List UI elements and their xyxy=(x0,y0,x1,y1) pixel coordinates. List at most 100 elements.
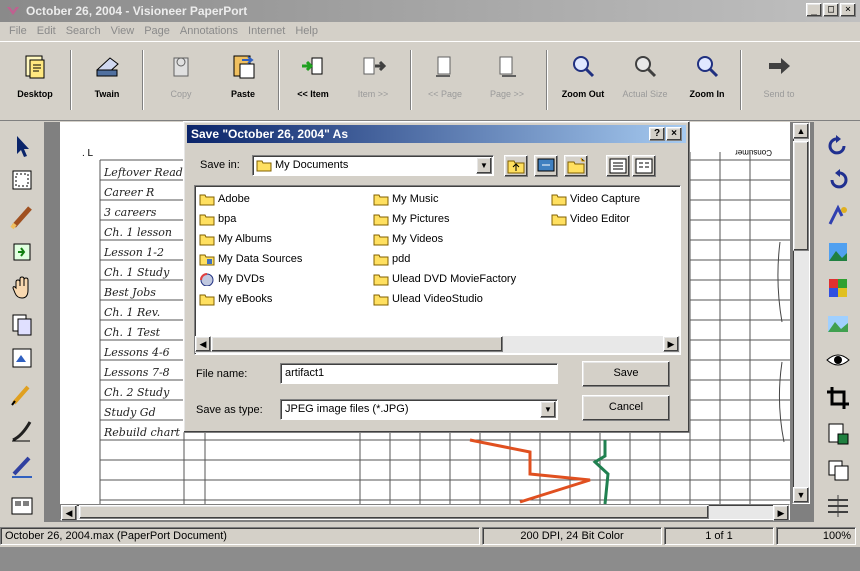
list-scroll-thumb[interactable] xyxy=(211,336,503,352)
list-item[interactable]: Ulead DVD MovieFactory xyxy=(373,270,516,288)
dialog-help-button[interactable]: ? xyxy=(649,127,665,141)
thumbnail-view-icon[interactable] xyxy=(8,492,36,520)
horizontal-scroll-thumb[interactable] xyxy=(79,505,709,519)
cancel-button[interactable]: Cancel xyxy=(582,395,670,421)
save-in-combo[interactable]: My Documents ▼ xyxy=(252,155,494,176)
list-item[interactable]: My Pictures xyxy=(373,210,449,228)
folder-icon xyxy=(256,160,272,172)
duplicate-page-icon[interactable] xyxy=(824,456,852,484)
menu-help[interactable]: Help xyxy=(290,25,323,37)
marquee-select-icon[interactable] xyxy=(8,166,36,194)
enhance-image-icon[interactable] xyxy=(824,202,852,230)
page-copy-icon[interactable] xyxy=(8,310,36,338)
hand-pan-icon[interactable] xyxy=(8,274,36,302)
actual-size-button[interactable]: Actual Size xyxy=(618,48,672,110)
send-to-button[interactable]: Send to xyxy=(752,48,806,110)
chevron-down-icon[interactable]: ▼ xyxy=(540,401,556,418)
maximize-button[interactable]: □ xyxy=(823,3,839,17)
list-item[interactable]: Video Capture xyxy=(551,190,640,208)
menu-internet[interactable]: Internet xyxy=(243,25,290,37)
color-palette-icon[interactable] xyxy=(824,274,852,302)
crop-icon[interactable] xyxy=(824,384,852,412)
menu-file[interactable]: File xyxy=(4,25,32,37)
scroll-left-button[interactable]: ◀ xyxy=(61,505,77,521)
save-as-type-combo[interactable]: JPEG image files (*.JPG) ▼ xyxy=(280,399,558,420)
vertical-scrollbar[interactable]: ▲ ▼ xyxy=(792,122,810,504)
chevron-down-icon[interactable]: ▼ xyxy=(476,157,492,174)
list-horizontal-scrollbar[interactable]: ◀ ▶ xyxy=(195,336,680,353)
next-page-icon xyxy=(499,56,516,77)
actual-size-label: Actual Size xyxy=(622,89,668,99)
list-item[interactable]: My DVDs xyxy=(199,270,264,288)
list-scroll-left-button[interactable]: ◀ xyxy=(195,336,211,352)
column-header: Consumer xyxy=(735,148,772,157)
list-item[interactable]: Video Editor xyxy=(551,210,630,228)
prev-page-icon xyxy=(436,56,451,77)
details-view-button[interactable] xyxy=(632,155,656,177)
landscape-image-icon[interactable] xyxy=(824,310,852,338)
select-arrow-icon[interactable] xyxy=(8,132,36,160)
list-scroll-right-button[interactable]: ▶ xyxy=(663,336,679,352)
folder-name: Video Capture xyxy=(570,193,641,205)
menu-page[interactable]: Page xyxy=(139,25,175,37)
save-button[interactable]: Save xyxy=(582,361,670,387)
scroll-right-button[interactable]: ▶ xyxy=(773,505,789,521)
rotate-clockwise-icon[interactable] xyxy=(824,132,852,160)
menu-annotations[interactable]: Annotations xyxy=(175,25,243,37)
file-name-field[interactable]: artifact1 xyxy=(280,363,558,384)
scroll-up-button[interactable]: ▲ xyxy=(793,123,809,139)
list-item[interactable]: My Videos xyxy=(373,230,443,248)
list-item[interactable]: My eBooks xyxy=(199,290,272,308)
line-pen-icon[interactable] xyxy=(8,452,36,480)
folder-icon xyxy=(373,294,389,305)
next-item-button[interactable]: Item >> xyxy=(346,48,400,110)
right-tool-panel xyxy=(815,122,860,522)
handwritten-row: 3 careers xyxy=(104,206,157,219)
close-button[interactable]: × xyxy=(840,3,856,17)
up-one-level-button[interactable] xyxy=(504,155,528,177)
scroll-down-button[interactable]: ▼ xyxy=(793,487,809,503)
folder-list[interactable]: Adobe bpa My Albums My Data Sources My D… xyxy=(194,185,681,355)
zoom-out-button[interactable]: Zoom Out xyxy=(556,48,610,110)
list-item[interactable]: pdd xyxy=(373,250,410,268)
twain-button[interactable]: Twain xyxy=(80,48,134,110)
list-item[interactable]: My Music xyxy=(373,190,438,208)
next-page-button[interactable]: Page >> xyxy=(480,48,534,110)
paste-button[interactable]: Paste xyxy=(216,48,270,110)
list-view-button[interactable] xyxy=(606,155,630,177)
list-item[interactable]: Ulead VideoStudio xyxy=(373,290,483,308)
handwritten-row: Ch. 1 Study xyxy=(104,266,170,279)
prev-page-button[interactable]: << Page xyxy=(418,48,472,110)
eye-icon[interactable] xyxy=(824,346,852,374)
copy-button[interactable]: Copy xyxy=(154,48,208,110)
minimize-button[interactable]: _ xyxy=(806,3,822,17)
zoom-in-button[interactable]: Zoom In xyxy=(680,48,734,110)
menu-edit[interactable]: Edit xyxy=(32,25,61,37)
color-picture-icon[interactable] xyxy=(824,238,852,266)
image-stamp-icon[interactable] xyxy=(8,344,36,372)
desktop-shortcut-button[interactable] xyxy=(534,155,558,177)
pen-icon[interactable] xyxy=(8,380,36,408)
prev-item-button[interactable]: << Item xyxy=(286,48,340,110)
vertical-scroll-thumb[interactable] xyxy=(793,141,809,251)
freehand-icon[interactable] xyxy=(8,416,36,444)
clipboard-lock-icon[interactable] xyxy=(824,420,852,448)
list-item[interactable]: Adobe xyxy=(199,190,250,208)
menu-search[interactable]: Search xyxy=(61,25,106,37)
horizontal-scrollbar[interactable]: ◀ ▶ xyxy=(60,504,790,521)
menu-view[interactable]: View xyxy=(106,25,140,37)
handwritten-row: Ch. 1 lesson xyxy=(104,226,172,239)
rotate-counterclockwise-icon[interactable] xyxy=(824,166,852,194)
note-icon[interactable] xyxy=(8,238,36,266)
handwritten-row: Best Jobs xyxy=(103,286,156,299)
list-item[interactable]: My Albums xyxy=(199,230,272,248)
highlighter-icon[interactable] xyxy=(8,202,36,230)
list-item[interactable]: My Data Sources xyxy=(199,250,302,268)
save-in-value: My Documents xyxy=(275,159,349,171)
straighten-icon[interactable] xyxy=(824,492,852,520)
dialog-close-button[interactable]: × xyxy=(666,127,682,141)
new-folder-button[interactable] xyxy=(564,155,588,177)
desktop-button[interactable]: Desktop xyxy=(8,48,62,110)
twain-label: Twain xyxy=(94,89,120,99)
list-item[interactable]: bpa xyxy=(199,210,236,228)
